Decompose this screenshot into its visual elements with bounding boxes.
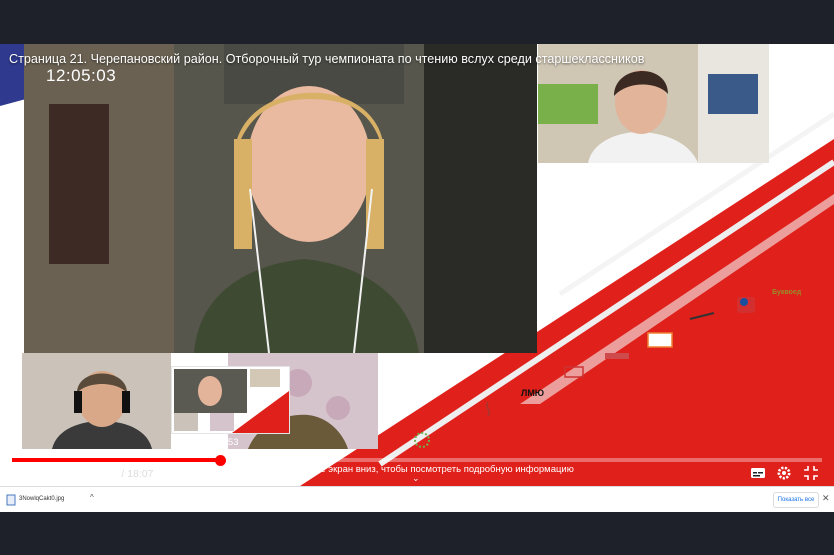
download-file-name: 3NowlqCakt0.jpg xyxy=(19,496,65,502)
bottom-dark-bar xyxy=(0,512,834,555)
next-button[interactable] xyxy=(50,465,64,486)
duration: 18:07 xyxy=(127,468,154,480)
partner-logo-marks xyxy=(414,297,755,448)
video-player[interactable]: 4:53 ЛМЮ Буквоед Страница 21. Черепановс… xyxy=(0,44,834,486)
settings-icon xyxy=(777,466,791,480)
lmyu-logo: ЛМЮ xyxy=(521,388,545,398)
pause-button[interactable] xyxy=(22,465,36,486)
subtitles-button[interactable] xyxy=(750,465,766,486)
close-icon[interactable]: ✕ xyxy=(822,493,830,504)
subtitles-icon xyxy=(751,468,765,478)
show-all-button[interactable]: Показать все xyxy=(773,492,819,508)
player-controls: 4:41 / 18:07 Прокрутите экран вниз, чтоб… xyxy=(0,462,834,486)
chevron-down-icon[interactable]: ⌄ xyxy=(412,473,420,484)
stream-clock: 12:05:03 xyxy=(46,66,117,85)
download-bar: 3NowlqCakt0.jpg ^ Показать все ✕ xyxy=(0,486,834,513)
chevron-up-icon[interactable]: ^ xyxy=(90,493,94,502)
time-display: 4:41 / 18:07 xyxy=(98,468,153,480)
pause-icon xyxy=(24,467,34,479)
fullscreen-exit-icon xyxy=(804,466,818,480)
video-frame[interactable]: 4:53 ЛМЮ Буквоед xyxy=(0,44,834,486)
settings-button[interactable] xyxy=(776,465,792,486)
top-dark-bar xyxy=(0,0,834,44)
download-item[interactable]: 3NowlqCakt0.jpg ^ xyxy=(4,491,102,509)
next-icon xyxy=(52,468,62,478)
bukvoed-logo: Буквоед xyxy=(772,289,802,296)
current-time: 4:41 xyxy=(98,468,119,480)
volume-button[interactable] xyxy=(75,465,89,486)
fullscreen-exit-button[interactable] xyxy=(803,465,819,486)
scroll-hint[interactable]: Прокрутите экран вниз, чтобы посмотреть … xyxy=(275,464,574,475)
time-separator: / xyxy=(121,468,125,480)
jpg-file-icon xyxy=(6,494,16,506)
volume-icon xyxy=(76,468,88,478)
video-title[interactable]: Страница 21. Черепановский район. Отборо… xyxy=(9,52,644,66)
